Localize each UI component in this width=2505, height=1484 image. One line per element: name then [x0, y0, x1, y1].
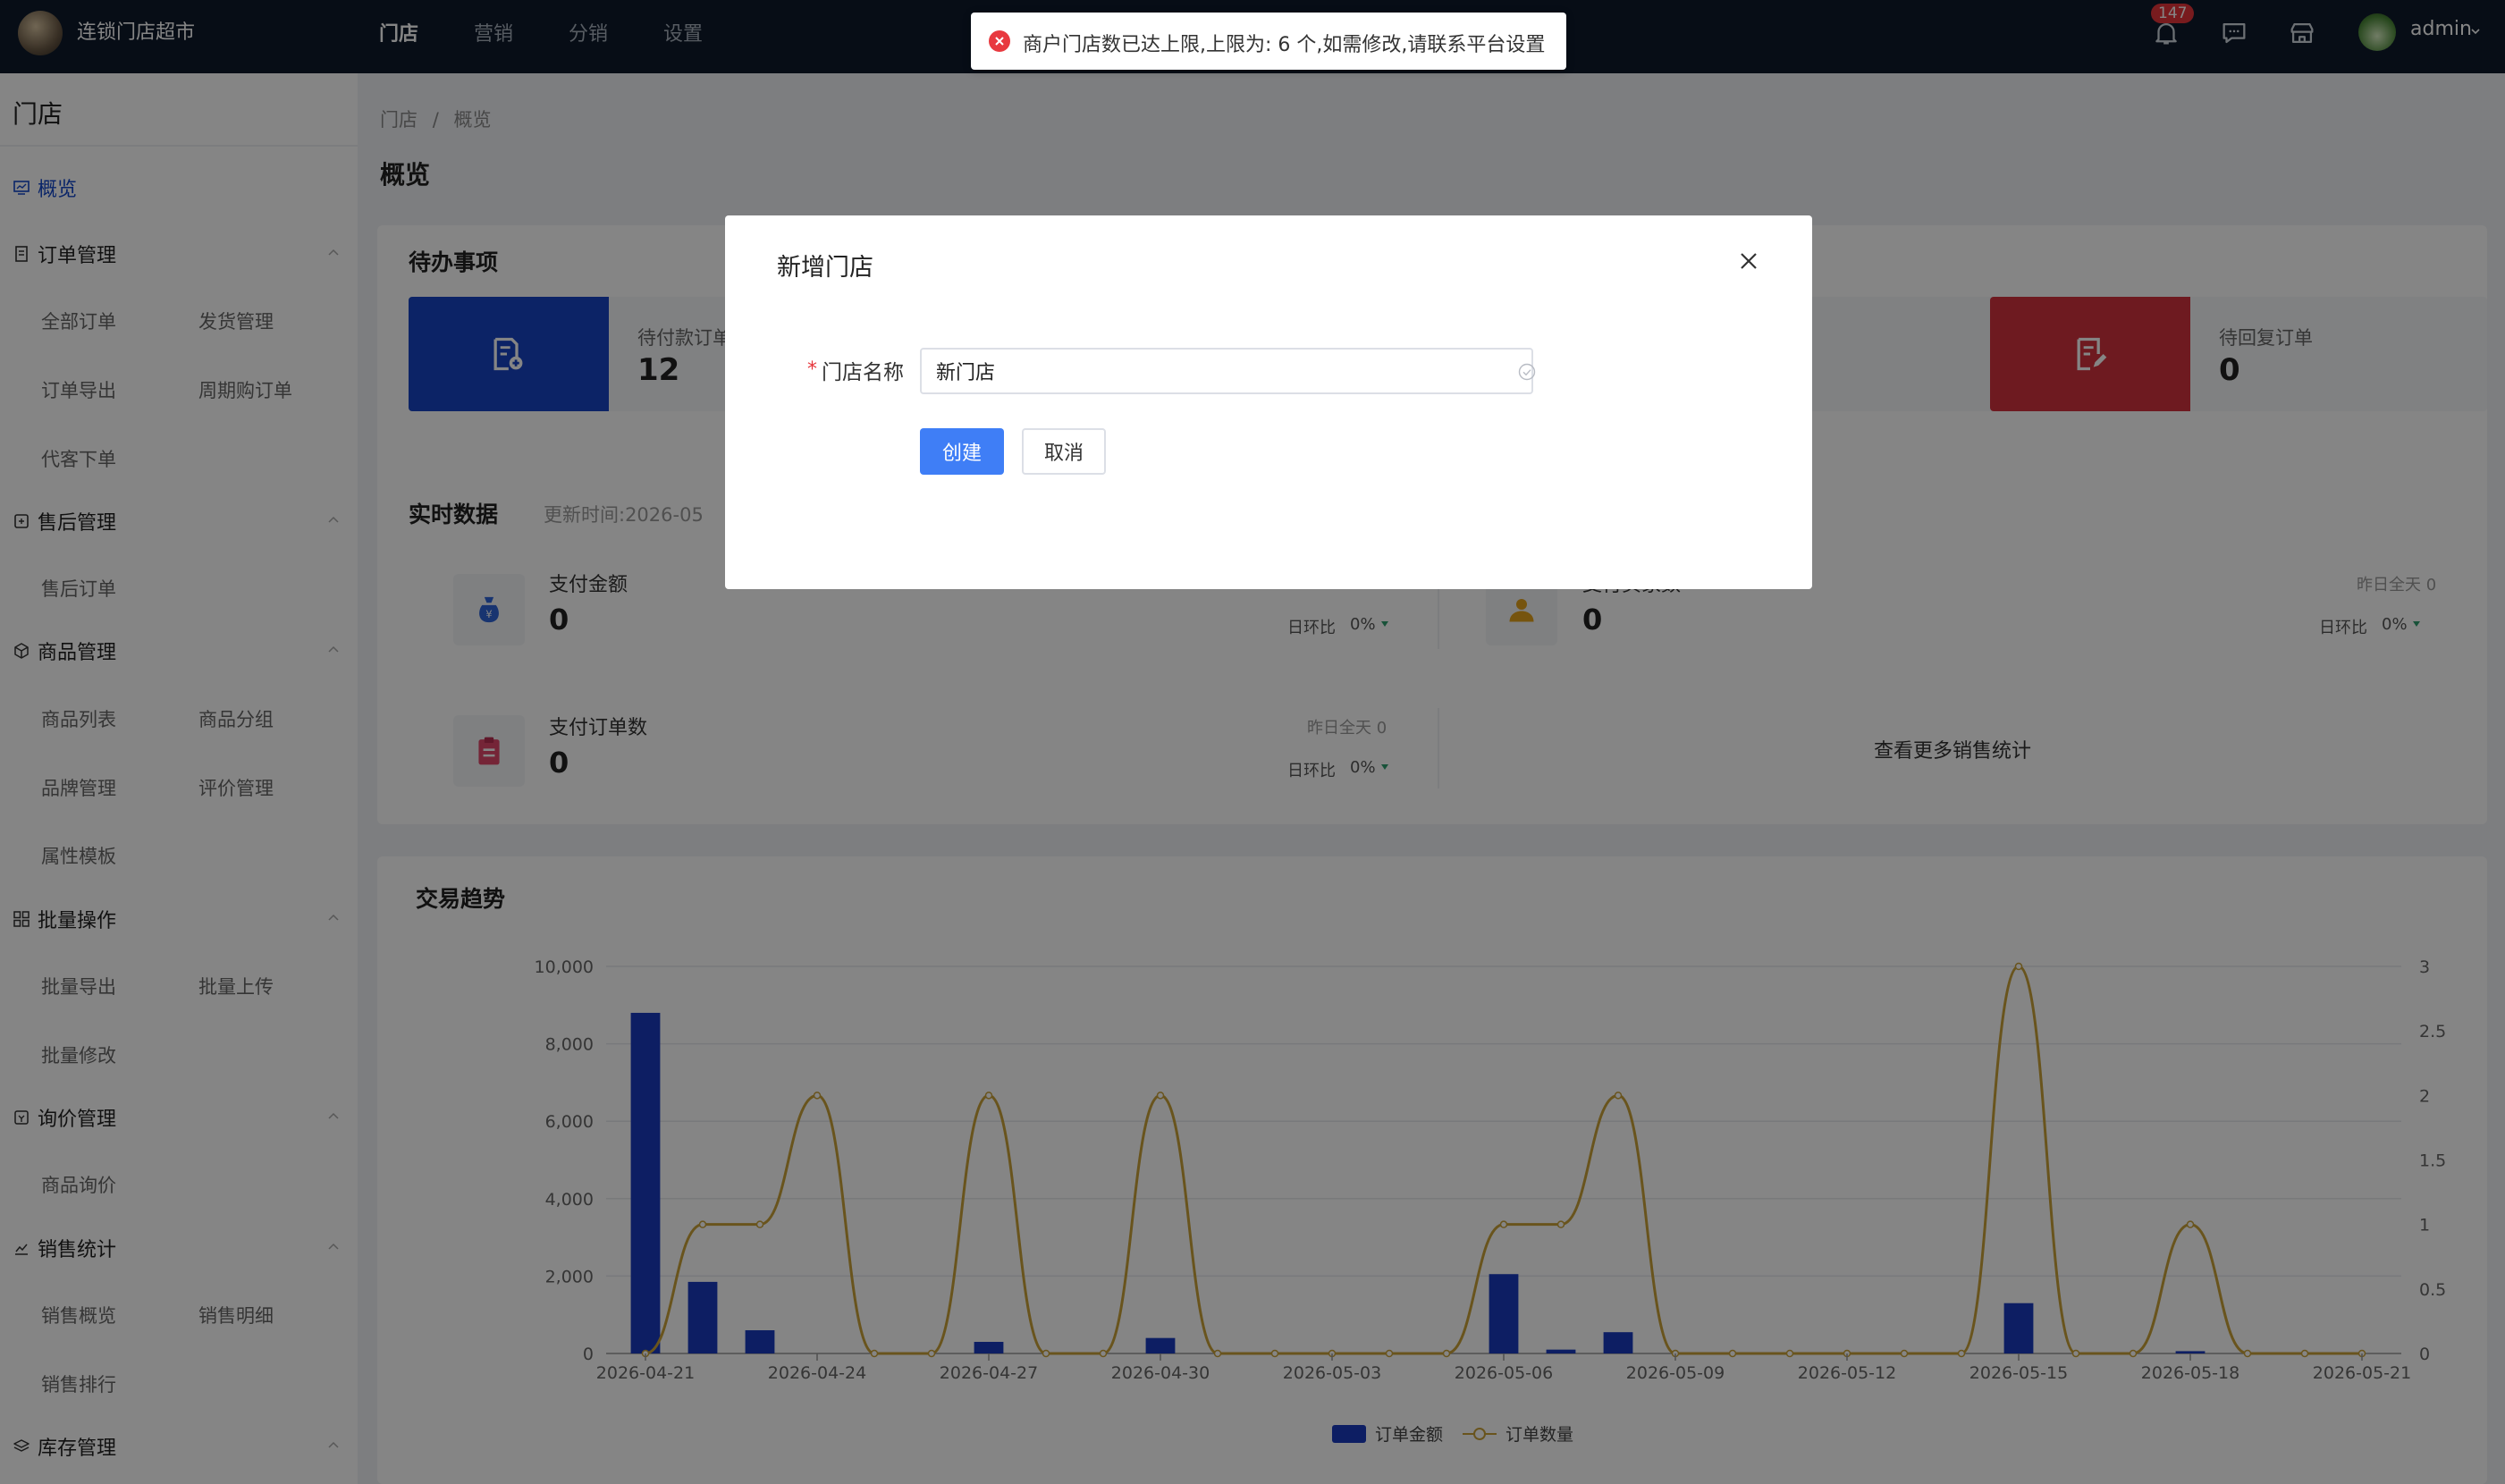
dialog-title: 新增门店	[777, 254, 873, 282]
add-store-dialog: 新增门店 * 门店名称 创建 取消	[725, 215, 1812, 589]
store-name-label: 门店名称	[822, 361, 904, 384]
error-icon	[989, 30, 1010, 52]
required-mark: *	[807, 358, 817, 381]
cancel-button[interactable]: 取消	[1022, 428, 1106, 475]
error-toast: 商户门店数已达上限,上限为: 6 个,如需修改,请联系平台设置	[971, 13, 1566, 70]
check-circle-icon	[1518, 363, 1536, 381]
toast-message: 商户门店数已达上限,上限为: 6 个,如需修改,请联系平台设置	[1023, 34, 1546, 56]
store-name-input[interactable]	[920, 348, 1533, 394]
close-icon[interactable]	[1735, 248, 1762, 274]
create-button[interactable]: 创建	[920, 428, 1004, 475]
